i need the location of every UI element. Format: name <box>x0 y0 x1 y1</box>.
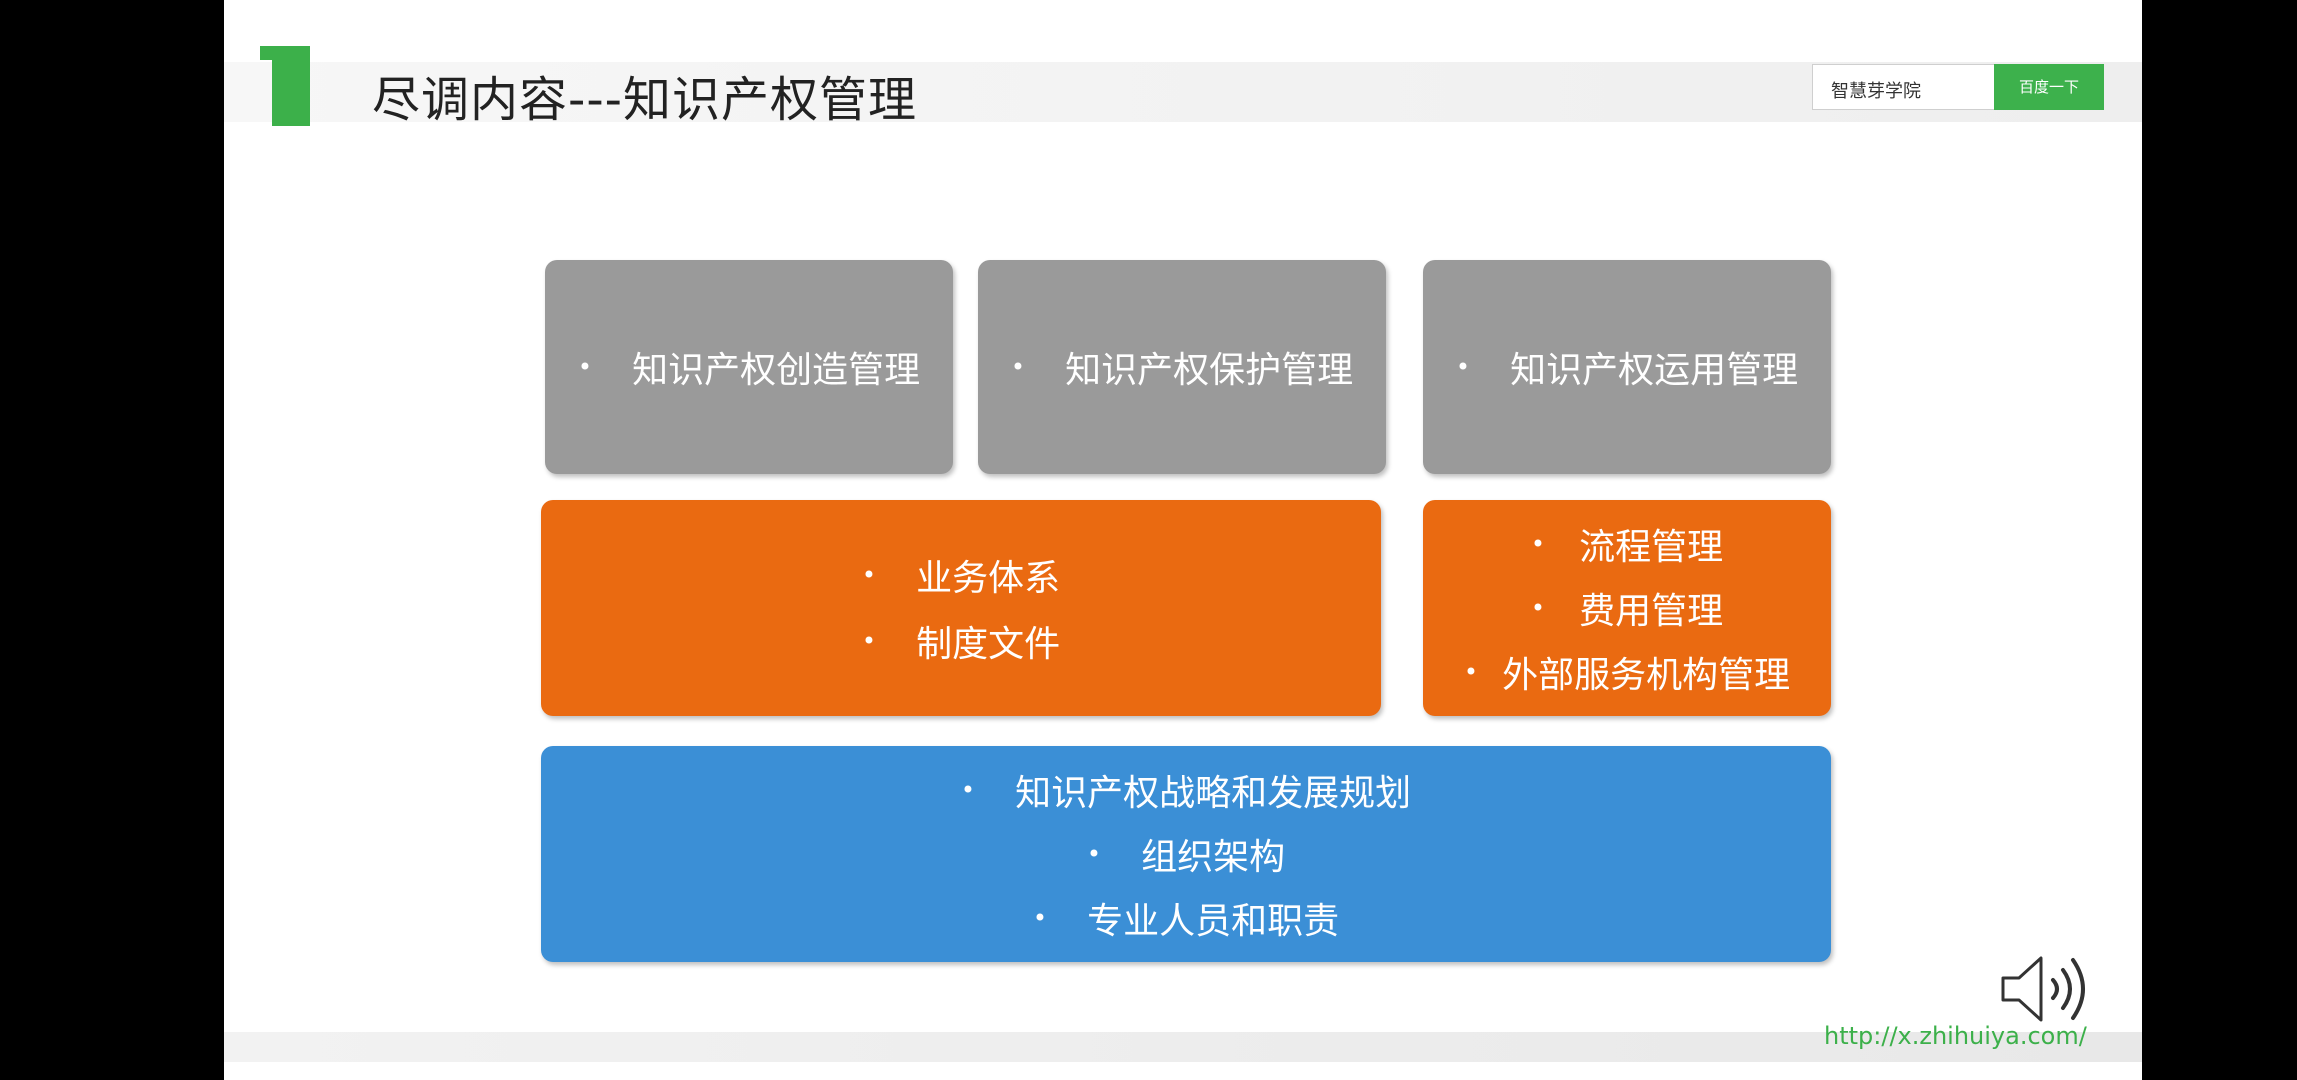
speaker-volume-icon[interactable] <box>1997 948 2107 1030</box>
blue-box-items: • 知识产权战略和发展规划 • 组织架构 • 专业人员和职责 <box>961 764 1411 944</box>
search-query: 智慧芽学院 <box>1831 81 1921 102</box>
blue-box-item: • 组织架构 <box>1087 828 1285 880</box>
orange-box-text: 费用管理 <box>1579 591 1724 632</box>
gray-box-text: 知识产权保护管理 <box>1065 350 1354 391</box>
slide-number-icon <box>272 46 310 126</box>
blue-box-text: 组织架构 <box>1141 837 1286 878</box>
orange-box-items: • 业务体系 • 制度文件 <box>862 549 1060 667</box>
bullet-icon: • <box>1010 353 1026 381</box>
bullet-icon: • <box>861 561 877 589</box>
bullet-icon: • <box>1086 840 1102 868</box>
orange-box-text: 业务体系 <box>916 558 1061 599</box>
orange-box-item: • 流程管理 <box>1531 518 1723 570</box>
orange-box-text: 外部服务机构管理 <box>1502 655 1791 696</box>
gray-box-item: • 知识产权保护管理 <box>1011 341 1353 393</box>
bullet-icon: • <box>1530 594 1546 622</box>
slide: 尽调内容---知识产权管理 智慧芽学院 × 百度一下 • 知识产权创造管理 • … <box>224 0 2142 1080</box>
gray-box-utilization: • 知识产权运用管理 <box>1423 260 1831 474</box>
orange-box-process: • 流程管理 • 费用管理 • 外部服务机构管理 <box>1423 500 1831 716</box>
gray-box-protection: • 知识产权保护管理 <box>978 260 1386 474</box>
gray-box-text: 知识产权创造管理 <box>632 350 921 391</box>
orange-box-text: 制度文件 <box>916 624 1061 665</box>
search-button[interactable]: 百度一下 <box>1994 64 2104 110</box>
blue-box-strategy: • 知识产权战略和发展规划 • 组织架构 • 专业人员和职责 <box>541 746 1831 962</box>
orange-box-items: • 流程管理 • 费用管理 • 外部服务机构管理 <box>1464 518 1790 698</box>
blue-box-text: 知识产权战略和发展规划 <box>1015 773 1412 814</box>
gray-box-creation: • 知识产权创造管理 <box>545 260 953 474</box>
footer-url[interactable]: http://x.zhihuiya.com/ <box>1824 1022 2087 1050</box>
gray-box-item: • 知识产权创造管理 <box>578 341 920 393</box>
bullet-icon: • <box>1032 904 1048 932</box>
blue-box-item: • 专业人员和职责 <box>1033 892 1339 944</box>
bullet-icon: • <box>1463 658 1479 686</box>
gray-box-item: • 知识产权运用管理 <box>1456 341 1798 393</box>
orange-box-business: • 业务体系 • 制度文件 <box>541 500 1381 716</box>
blue-box-item: • 知识产权战略和发展规划 <box>961 764 1411 816</box>
bullet-icon: • <box>861 627 877 655</box>
bullet-icon: • <box>1455 353 1471 381</box>
bullet-icon: • <box>1530 530 1546 558</box>
orange-box-item: • 业务体系 <box>862 549 1060 601</box>
orange-box-item: • 费用管理 <box>1531 582 1723 634</box>
orange-box-text: 流程管理 <box>1579 527 1724 568</box>
gray-box-text: 知识产权运用管理 <box>1510 350 1799 391</box>
bullet-icon: • <box>577 353 593 381</box>
blue-box-text: 专业人员和职责 <box>1087 901 1340 942</box>
slide-title: 尽调内容---知识产权管理 <box>372 72 917 128</box>
bullet-icon: • <box>960 776 976 804</box>
orange-box-item: • 制度文件 <box>862 615 1060 667</box>
orange-box-item: • 外部服务机构管理 <box>1464 646 1790 698</box>
